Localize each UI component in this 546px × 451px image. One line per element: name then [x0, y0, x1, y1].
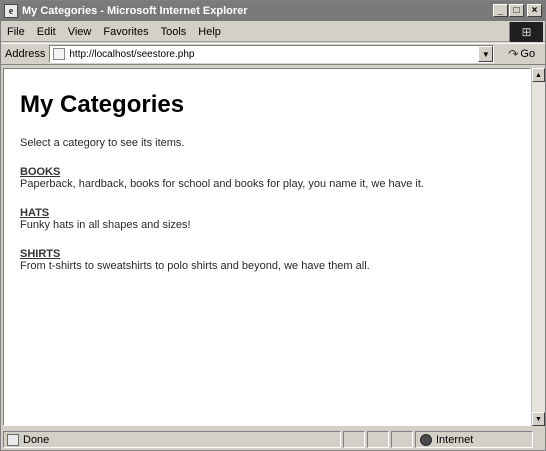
address-label: Address [5, 48, 46, 60]
internet-globe-icon [420, 433, 432, 446]
status-pane [343, 431, 365, 448]
category-link-books[interactable]: BOOKS [20, 166, 60, 178]
close-button[interactable]: × [527, 4, 542, 17]
window-title: My Categories - Microsoft Internet Explo… [22, 5, 248, 17]
menu-bar: File Edit View Favorites Tools Help ⊞ [1, 22, 545, 42]
title-bar: e My Categories - Microsoft Internet Exp… [1, 1, 545, 21]
menu-tools[interactable]: Tools [155, 26, 193, 38]
menu-view[interactable]: View [62, 26, 98, 38]
page-heading: My Categories [20, 91, 185, 118]
address-dropdown-button[interactable]: ▼ [478, 46, 494, 62]
category-link-shirts[interactable]: SHIRTS [20, 248, 60, 260]
status-text: Done [23, 433, 50, 446]
scroll-down-button[interactable]: ▼ [532, 412, 545, 426]
status-pane [391, 431, 413, 448]
page-done-icon [7, 433, 19, 446]
go-label: Go [520, 48, 536, 60]
category-description: Paperback, hardback, books for school an… [20, 178, 424, 190]
scroll-up-button[interactable]: ▲ [532, 68, 545, 82]
category-link-hats[interactable]: HATS [20, 207, 49, 219]
address-url[interactable]: http://localhost/seestore.php [69, 49, 194, 60]
menu-edit[interactable]: Edit [31, 26, 62, 38]
category-description: Funky hats in all shapes and sizes! [20, 219, 191, 231]
status-pane [367, 431, 389, 448]
zone-text: Internet [436, 433, 474, 446]
menu-favorites[interactable]: Favorites [97, 26, 154, 38]
minimize-button[interactable]: _ [493, 4, 508, 17]
page-body: My Categories Select a category to see i… [4, 69, 530, 273]
intro-text: Select a category to see its items. [20, 137, 185, 149]
browser-window: e My Categories - Microsoft Internet Exp… [0, 0, 546, 451]
category-item: BOOKS Paperback, hardback, books for sch… [20, 166, 530, 191]
ie-throbber-icon: ⊞ [509, 22, 543, 42]
page-viewport: My Categories Select a category to see i… [3, 68, 531, 426]
status-main-pane: Done [3, 431, 341, 448]
vertical-scrollbar[interactable]: ▲ ▼ [531, 68, 545, 426]
menu-help[interactable]: Help [192, 26, 227, 38]
status-bar: Done Internet [1, 429, 545, 450]
address-bar: Address http://localhost/seestore.php ▼ … [1, 43, 545, 65]
category-description: From t-shirts to sweatshirts to polo shi… [20, 260, 370, 272]
window-controls: _ □ × [493, 4, 542, 17]
category-item: SHIRTS From t-shirts to sweatshirts to p… [20, 248, 530, 273]
ie-app-icon: e [4, 4, 18, 18]
go-arrow-icon: ↷ [508, 47, 519, 61]
security-zone: Internet [415, 431, 533, 448]
maximize-button[interactable]: □ [509, 4, 524, 17]
page-icon [53, 48, 66, 60]
category-item: HATS Funky hats in all shapes and sizes! [20, 207, 530, 232]
go-button[interactable]: ↷ Go [508, 47, 535, 61]
address-input[interactable]: http://localhost/seestore.php ▼ [49, 45, 495, 63]
menu-file[interactable]: File [1, 26, 31, 38]
